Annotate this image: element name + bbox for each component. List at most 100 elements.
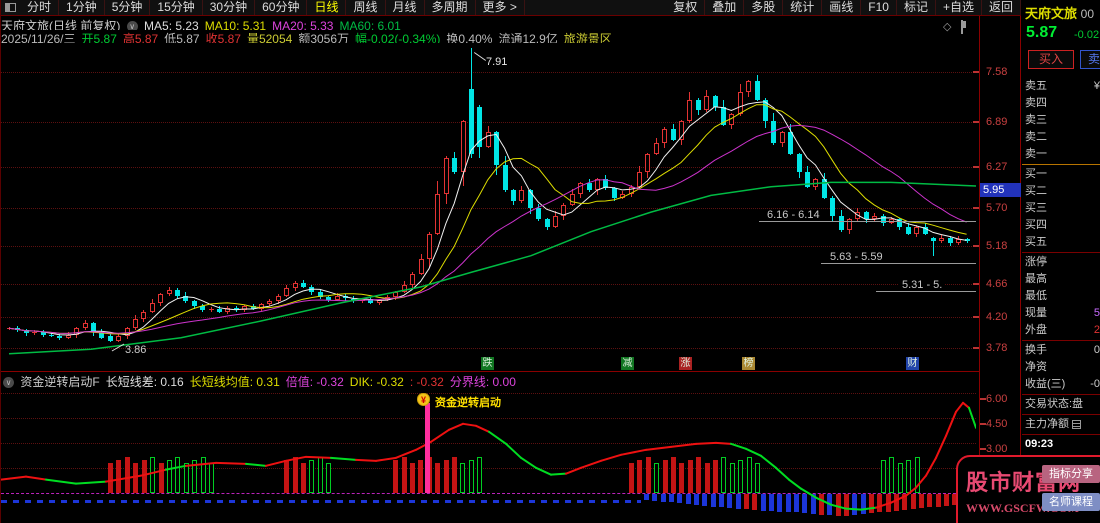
indicator-value: : -0.32 (409, 375, 444, 389)
toolbar-button[interactable]: 画线 (822, 0, 862, 15)
period-tab[interactable]: 更多 > (476, 0, 525, 15)
toolbar-button[interactable]: 标记 (897, 0, 936, 15)
toolbar-buttons: 复权 叠加 多股 统计 画线 F10 标记 +自选 返回 (666, 0, 1021, 15)
period-tab[interactable]: 日线 (307, 0, 347, 15)
period-tab[interactable]: 月线 (386, 0, 425, 15)
price-axis-label: 3.78 (986, 341, 1008, 354)
panel-row-label: 外盘 (1025, 324, 1047, 336)
panel-row: 买四 (1022, 217, 1100, 234)
panel-row-label: 最低 (1025, 290, 1047, 302)
panel-row-label: 买一 (1025, 168, 1047, 180)
panel-row: 买一 (1022, 166, 1100, 183)
stock-name: 天府文旅 00 (1025, 6, 1094, 21)
indicator-values: 资金逆转启动F 长短线差: 0.16 长短线均值: 0.31 倍值: -0.32 DIK… (20, 375, 522, 389)
indicator-header: ∨ 资金逆转启动F 长短线差: 0.16 长短线均值: 0.31 倍值: -0.32 D… (1, 373, 979, 390)
panel-row: 收益(三) -0 (1022, 376, 1100, 393)
sell-button[interactable]: 卖出 (1080, 50, 1100, 69)
indicator-value: 倍值: -0.32 (285, 375, 344, 389)
last-price: 5.87 (1026, 24, 1058, 41)
panel-row: 卖三 (1022, 112, 1100, 129)
toolbar-button[interactable]: 复权 (666, 0, 706, 15)
panel-row-value: 5 (1093, 307, 1100, 319)
indicator-collapse-icon[interactable]: ∨ (3, 377, 14, 389)
axis-tick (980, 447, 986, 450)
panel-row: 买二 (1022, 183, 1100, 200)
panel-row-label: 09:23 (1025, 438, 1054, 450)
indicator-chart[interactable]: ¥ 资金逆转启动 (1, 390, 979, 523)
chart-badge: 榜 (742, 357, 755, 370)
panel-row: 09:23 (1022, 436, 1100, 453)
panel-row: 买五 (1022, 234, 1100, 251)
toolbar-button[interactable]: 统计 (783, 0, 823, 15)
period-tab[interactable]: 分时 (20, 0, 60, 15)
panel-row-label: 买三 (1025, 202, 1047, 214)
toolbar-button[interactable]: +自选 (936, 0, 982, 15)
panel-row: 外盘 2 (1022, 322, 1100, 339)
period-tab[interactable]: 30分钟 (203, 0, 256, 15)
signal-label: 资金逆转启动 (435, 396, 501, 409)
window-split-icon[interactable] (5, 3, 16, 12)
panel-row: 最低 (1022, 288, 1100, 305)
panel-row-label: 涨停 (1025, 256, 1047, 268)
teacher-course-button[interactable]: 名师课程 (1042, 493, 1100, 511)
panel-row: 最高 (1022, 271, 1100, 288)
high-annotation: 7.91 (486, 56, 508, 68)
panel-row: 主力净额 (1022, 416, 1100, 433)
money-bag-icon: ¥ (417, 392, 430, 406)
panel-row-label: 现量 (1025, 307, 1047, 319)
quote-rows: 卖五 ¥ 卖四卖三 卖二卖一买一买二买三买四买五涨停最高最低现量 5 外盘 2 换手 0 净资收益… (1022, 78, 1100, 453)
panel-row: 卖二 (1022, 129, 1100, 146)
period-tabs: 分时 1分钟 5分钟 15分钟 30分钟 60分钟 日线 周线 月线 多周期 更多 > (20, 0, 525, 15)
panel-row: 换手 0 (1022, 342, 1100, 359)
chart-title-row: 天府文旅(日线 前复权) ∨ MA5: 5.23 MA10: 5.31 MA20: … (1, 17, 979, 30)
indicator-share-button[interactable]: 指标分享 (1042, 465, 1100, 483)
toolbar-button[interactable]: 返回 (982, 0, 1021, 15)
price-axis-label: 6.89 (986, 116, 1008, 129)
panel-row-label: 买五 (1025, 236, 1047, 248)
panel-row-label: 卖五 (1025, 80, 1047, 92)
panel-row-label: 收益(三) (1025, 378, 1066, 390)
collapse-icon[interactable]: ∨ (126, 21, 138, 30)
indicator-value: 资金逆转启动F (20, 375, 100, 389)
panel-row-label: 卖四 (1025, 97, 1047, 109)
price-axis-label: 6.27 (986, 161, 1008, 174)
panel-row-label: 换手 (1025, 344, 1047, 356)
panel-row-label: 买二 (1025, 185, 1047, 197)
indicator-value: DIK: -0.32 (349, 375, 404, 389)
ma-value: MA20: 5.33 (272, 19, 334, 30)
toolbar-button[interactable]: 叠加 (705, 0, 745, 15)
toolbar-button[interactable]: 多股 (744, 0, 784, 15)
period-tab[interactable]: 周线 (346, 0, 386, 15)
diamond-icon[interactable]: ◇ (943, 22, 951, 33)
panel-row-label: 最高 (1025, 273, 1047, 285)
toolbar-button[interactable]: F10 (861, 0, 897, 15)
buy-button[interactable]: 买入 (1028, 50, 1074, 69)
ma-lines-svg (8, 101, 976, 355)
period-tab[interactable]: 5分钟 (105, 0, 151, 15)
pane-split-icon[interactable] (961, 20, 963, 34)
panel-row-label: 卖一 (1025, 148, 1047, 160)
panel-row-label: 买四 (1025, 219, 1047, 231)
panel-row-value: 2 (1093, 324, 1100, 336)
panel-separator (1022, 434, 1100, 435)
period-toolbar: 分时 1分钟 5分钟 15分钟 30分钟 60分钟 日线 周线 月线 多周期 更多 > 复权 叠加 多股… (1, 0, 1021, 16)
indicator-value: 长短线差: 0.16 (105, 375, 184, 389)
period-tab[interactable]: 1分钟 (59, 0, 105, 15)
indicator-axis-label: 4.50 (986, 417, 1008, 430)
period-tab[interactable]: 60分钟 (255, 0, 308, 15)
period-tab[interactable]: 多周期 (425, 0, 476, 15)
price-level-line (759, 221, 976, 222)
indicator-value: 分界线: 0.00 (449, 375, 516, 389)
indicator-axis-label: 3.00 (986, 442, 1008, 455)
panel-row: 交易状态:盘 (1022, 396, 1100, 413)
quote-panel: 天府文旅 00 5.87 -0.02 买入 卖出 卖五 ¥ 卖四卖三卖二卖一买一买二… (1022, 0, 1100, 523)
price-axis: 7.58 6.89 6.27 5.70 5.18 4.66 4.20 3.78 5.95 6.00… (979, 16, 1021, 523)
panel-row: 卖五 ¥ (1022, 78, 1100, 95)
ma-value: MA60: 6.01 (339, 19, 401, 30)
period-tab[interactable]: 15分钟 (150, 0, 203, 15)
ma-line-ma5 (8, 101, 967, 336)
price-level-label: 5.63 - 5.59 (827, 251, 886, 263)
panel-row-label: 净资 (1025, 361, 1047, 373)
candlestick-chart[interactable]: 6.16 - 6.14 5.63 - 5.59 5.31 - 5. 7.91 3.86 跌… (1, 42, 979, 372)
low-annotation: 3.86 (125, 344, 147, 356)
